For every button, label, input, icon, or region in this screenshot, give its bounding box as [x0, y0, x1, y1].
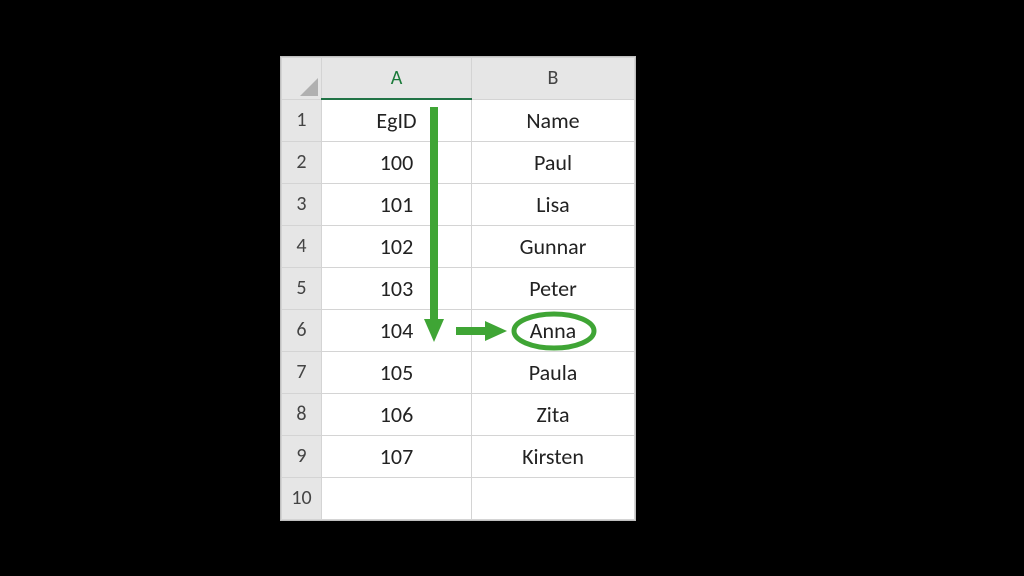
- cell-B10[interactable]: [472, 477, 635, 519]
- cell-A8[interactable]: 106: [322, 393, 472, 435]
- row-header-8[interactable]: 8: [282, 393, 322, 435]
- row-header-1[interactable]: 1: [282, 99, 322, 141]
- cell-B6[interactable]: Anna: [472, 309, 635, 351]
- cell-B2[interactable]: Paul: [472, 141, 635, 183]
- col-header-A[interactable]: A: [322, 57, 472, 99]
- row-header-6[interactable]: 6: [282, 309, 322, 351]
- cell-B3[interactable]: Lisa: [472, 183, 635, 225]
- grid[interactable]: A B 1 EgID Name 2 100 Paul 3 101 Lisa 4 …: [281, 57, 635, 520]
- cell-A2[interactable]: 100: [322, 141, 472, 183]
- cell-B7[interactable]: Paula: [472, 351, 635, 393]
- cell-A7[interactable]: 105: [322, 351, 472, 393]
- row-header-5[interactable]: 5: [282, 267, 322, 309]
- cell-B1[interactable]: Name: [472, 99, 635, 141]
- select-all-corner[interactable]: [282, 57, 322, 99]
- cell-B4[interactable]: Gunnar: [472, 225, 635, 267]
- row-header-2[interactable]: 2: [282, 141, 322, 183]
- cell-B5[interactable]: Peter: [472, 267, 635, 309]
- col-header-B[interactable]: B: [472, 57, 635, 99]
- cell-B8[interactable]: Zita: [472, 393, 635, 435]
- cell-B9[interactable]: Kirsten: [472, 435, 635, 477]
- cell-A3[interactable]: 101: [322, 183, 472, 225]
- cell-A10[interactable]: [322, 477, 472, 519]
- cell-A4[interactable]: 102: [322, 225, 472, 267]
- row-header-4[interactable]: 4: [282, 225, 322, 267]
- spreadsheet: A B 1 EgID Name 2 100 Paul 3 101 Lisa 4 …: [280, 56, 636, 521]
- cell-A1[interactable]: EgID: [322, 99, 472, 141]
- cell-A9[interactable]: 107: [322, 435, 472, 477]
- row-header-9[interactable]: 9: [282, 435, 322, 477]
- row-header-3[interactable]: 3: [282, 183, 322, 225]
- row-header-10[interactable]: 10: [282, 477, 322, 519]
- row-header-7[interactable]: 7: [282, 351, 322, 393]
- cell-A5[interactable]: 103: [322, 267, 472, 309]
- cell-A6[interactable]: 104: [322, 309, 472, 351]
